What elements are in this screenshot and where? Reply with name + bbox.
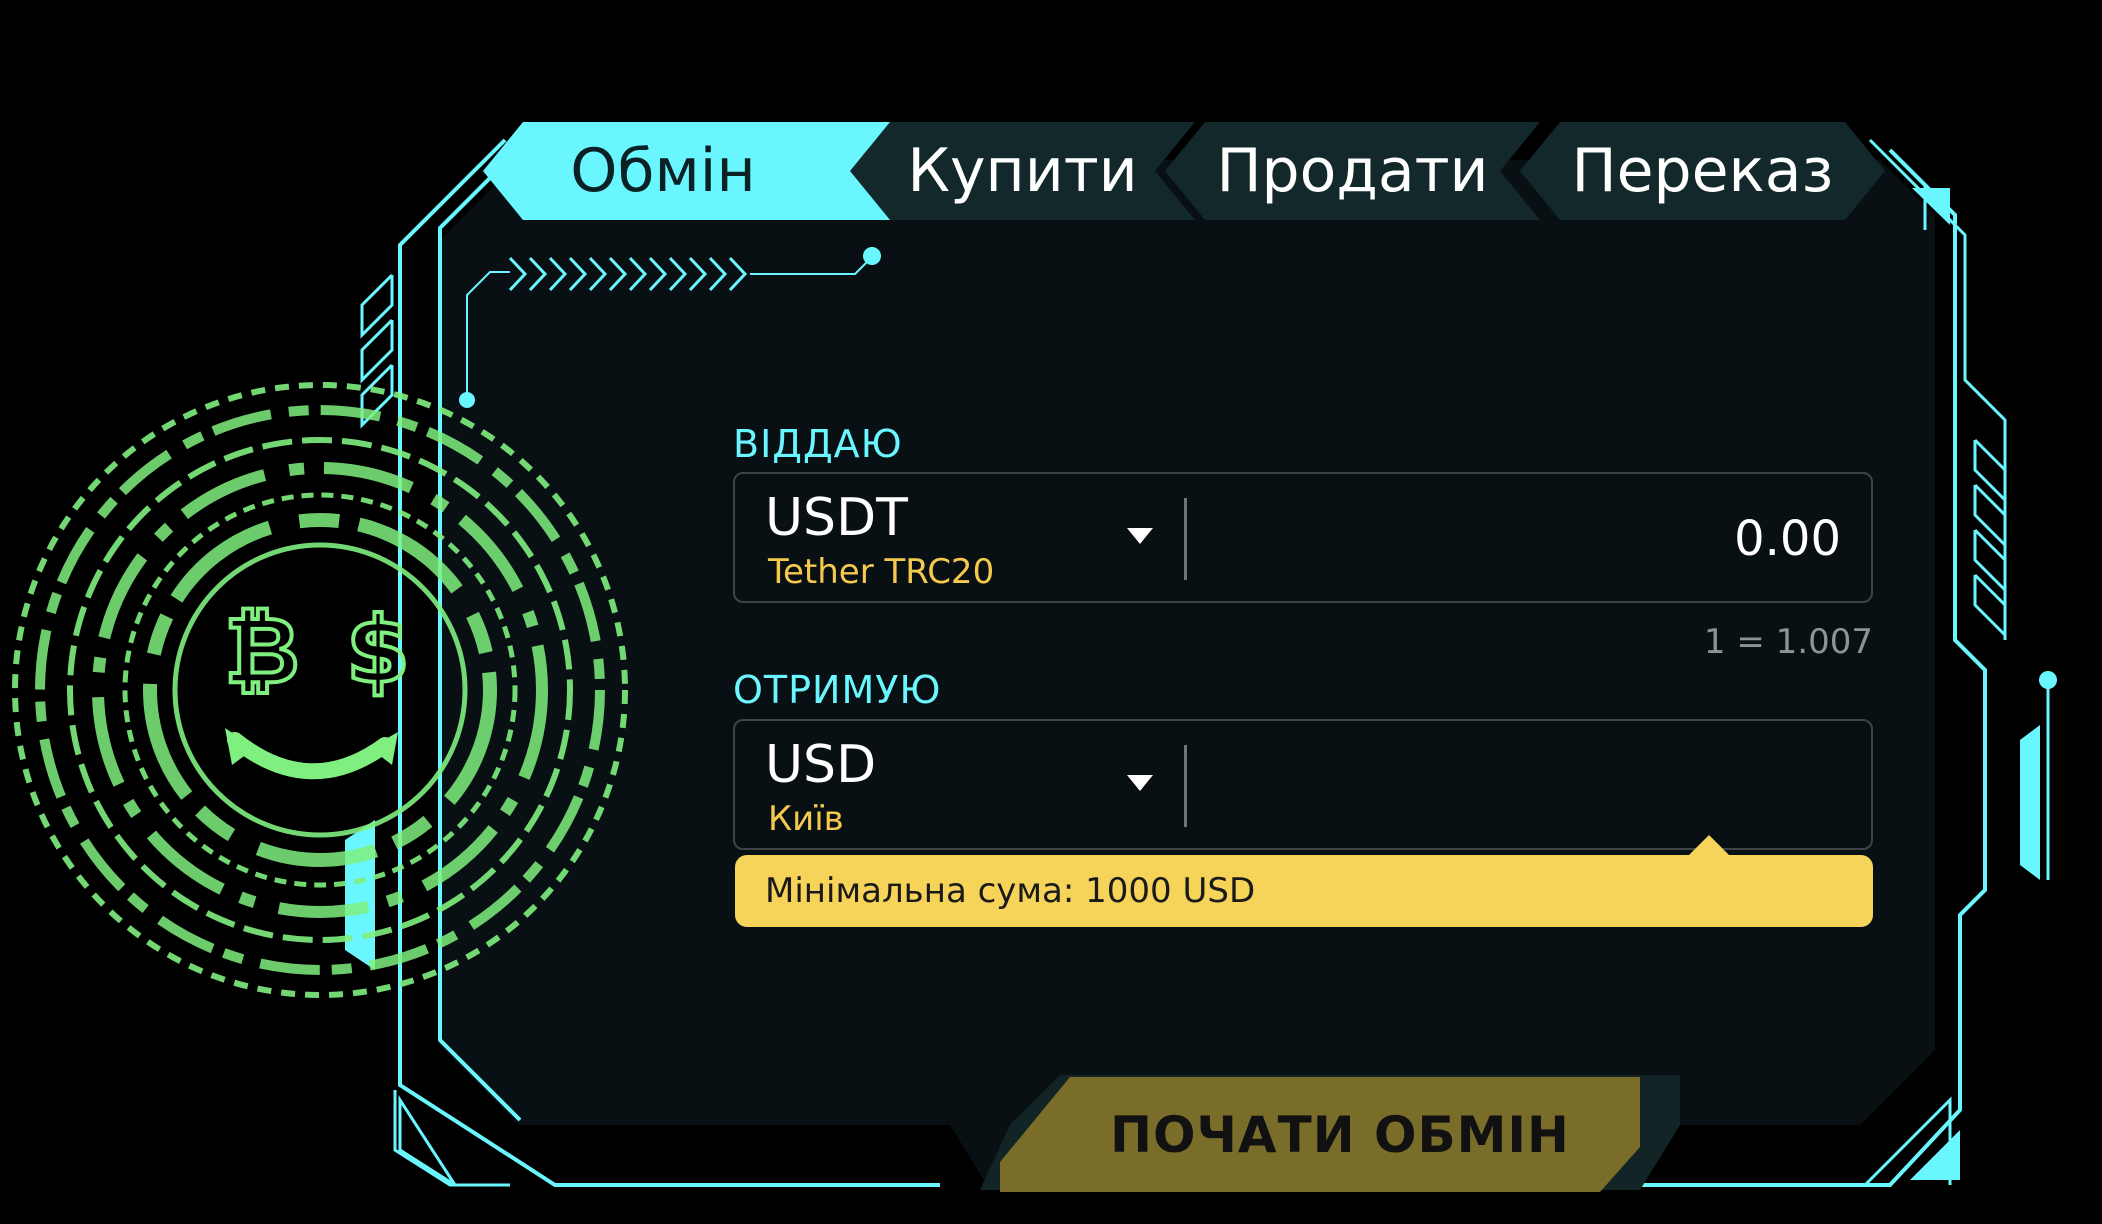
min-amount-notice: Мінімальна сума: 1000 USD	[735, 855, 1873, 927]
exchange-rate: 1 = 1.007	[1703, 622, 1873, 662]
tab-buy[interactable]: Купити	[850, 122, 1195, 220]
dollar-icon: $	[344, 595, 412, 706]
tab-exchange[interactable]: Обмін	[483, 122, 893, 220]
give-currency-network: Tether TRC20	[768, 552, 995, 592]
receive-field: USD Київ	[733, 719, 1873, 850]
smile-arc-icon	[225, 728, 398, 780]
receive-currency-select[interactable]: USD Київ	[735, 721, 1175, 848]
min-amount-text: Мінімальна сума: 1000 USD	[765, 871, 1256, 911]
receive-currency-code: USD	[765, 735, 877, 795]
receive-amount-input[interactable]	[1239, 757, 1843, 815]
field-divider	[1184, 498, 1187, 580]
field-divider	[1184, 745, 1187, 827]
tab-sell-label: Продати	[1216, 136, 1489, 206]
svg-text:$: $	[346, 597, 410, 704]
notice-pointer	[1687, 835, 1731, 857]
tab-transfer[interactable]: Переказ	[1520, 122, 1885, 220]
chevron-down-icon	[1127, 528, 1153, 544]
bitcoin-icon: ₿	[223, 595, 302, 706]
start-exchange-button[interactable]: ПОЧАТИ ОБМІН	[1000, 1077, 1640, 1192]
give-amount-input[interactable]	[1239, 510, 1843, 568]
receive-label: ОТРИМУЮ	[733, 668, 942, 712]
tab-transfer-label: Переказ	[1571, 136, 1834, 206]
chevron-down-icon	[1127, 775, 1153, 791]
give-currency-select[interactable]: USDT Tether TRC20	[735, 474, 1175, 601]
tab-exchange-label: Обмін	[570, 136, 756, 206]
start-exchange-label: ПОЧАТИ ОБМІН	[1110, 1105, 1570, 1164]
tab-buy-label: Купити	[907, 136, 1138, 206]
give-currency-code: USDT	[765, 488, 908, 548]
svg-text:₿: ₿	[225, 597, 300, 704]
give-field: USDT Tether TRC20	[733, 472, 1873, 603]
give-label: ВІДДАЮ	[733, 422, 903, 466]
receive-currency-network: Київ	[768, 799, 844, 839]
tab-sell[interactable]: Продати	[1165, 122, 1540, 220]
